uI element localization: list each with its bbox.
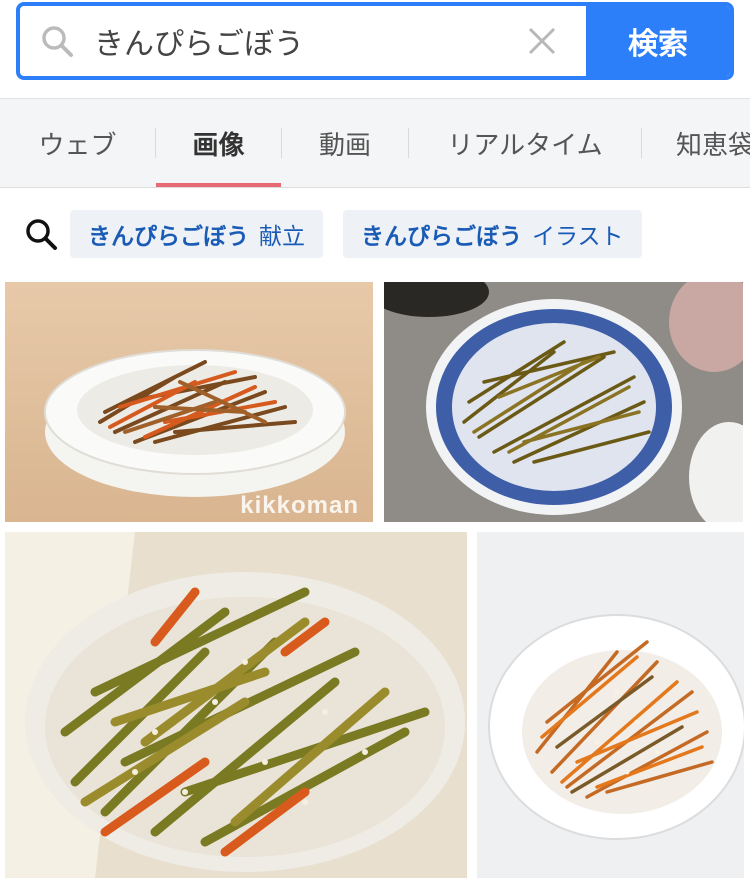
tab-web[interactable]: ウェブ	[0, 99, 155, 187]
food-photo	[5, 282, 373, 522]
food-photo	[5, 532, 467, 878]
image-watermark: kikkoman	[240, 492, 359, 519]
related-searches: きんぴらごぼう 献立 きんぴらごぼう イラスト	[0, 208, 750, 260]
food-photo	[384, 282, 743, 522]
clear-button[interactable]	[514, 13, 570, 69]
search-input[interactable]	[94, 23, 514, 59]
tab-realtime[interactable]: リアルタイム	[409, 99, 641, 187]
search-type-tabs: ウェブ 画像 動画 リアルタイム 知恵袋	[0, 98, 750, 188]
tab-video[interactable]: 動画	[282, 99, 408, 187]
image-result[interactable]	[5, 532, 467, 878]
image-result[interactable]: kikkoman	[5, 282, 373, 522]
chip-suffix: イラスト	[532, 224, 624, 250]
search-icon	[24, 217, 58, 251]
tab-chiebukuro[interactable]: 知恵袋	[642, 99, 750, 187]
search-icon	[40, 24, 74, 58]
chip-suffix: 献立	[259, 224, 305, 250]
search-button[interactable]: 検索	[586, 6, 730, 76]
chip-query: きんぴらごぼう	[361, 224, 522, 250]
related-chip-kondate[interactable]: きんぴらごぼう 献立	[70, 210, 323, 258]
chip-query: きんぴらごぼう	[88, 224, 249, 250]
image-result[interactable]	[477, 532, 744, 878]
tab-images[interactable]: 画像	[156, 99, 281, 187]
related-chip-illust[interactable]: きんぴらごぼう イラスト	[343, 210, 642, 258]
image-result[interactable]	[384, 282, 743, 522]
close-icon	[528, 27, 556, 55]
search-field[interactable]	[20, 6, 586, 76]
search-bar: 検索	[16, 2, 734, 80]
food-photo	[477, 532, 744, 878]
